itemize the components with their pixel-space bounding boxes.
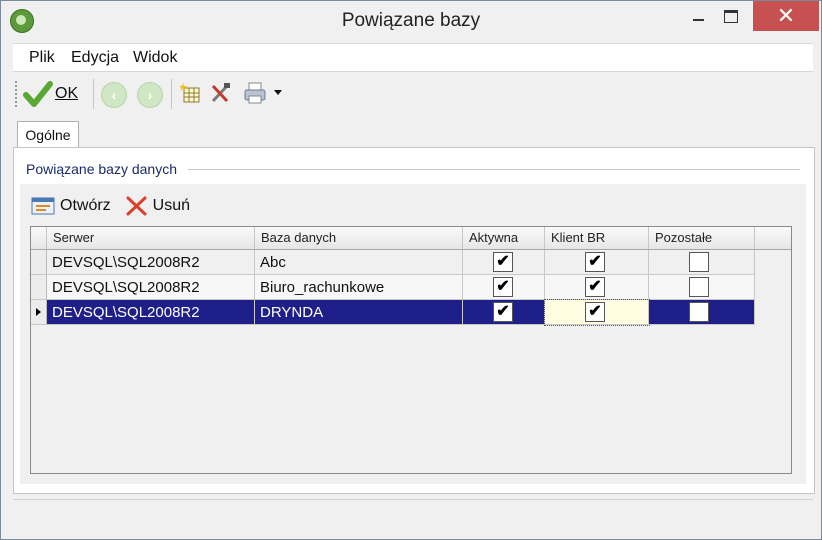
header-corner [31,227,47,249]
tab-ogolne[interactable]: Ogólne [17,121,79,148]
current-row-arrow-icon [36,308,41,316]
back-arrow-icon: ‹ [111,87,117,103]
chevron-down-icon[interactable] [273,89,283,97]
grid-header: Serwer Baza danych Aktywna Klient BR Poz… [31,227,791,250]
status-bar [13,499,813,530]
cell-other[interactable] [649,250,755,275]
toolbar-separator [93,79,94,109]
cell-other[interactable] [649,300,755,325]
forward-button[interactable]: › [137,82,163,108]
printer-icon[interactable] [243,81,269,105]
column-header-active[interactable]: Aktywna [463,227,545,249]
ok-label: OK [55,85,79,102]
cell-active[interactable]: ✔ [463,250,545,275]
ok-button[interactable]: OK [23,79,78,109]
table-row[interactable]: DEVSQL\SQL2008R2 Abc ✔ ✔ [31,250,755,275]
cell-client-br[interactable]: ✔ [544,299,650,326]
title-bar[interactable]: Powiązane bazy ✕ [1,1,821,41]
tab-panel: Powiązane bazy danych Otwórz Usuń Serwer… [13,147,815,494]
minimize-icon [692,19,704,21]
toolbar: OK ‹ › [13,73,813,113]
grid-toolbar: Otwórz Usuń [30,192,204,220]
cell-client-br[interactable]: ✔ [545,275,649,300]
row-indicator[interactable] [31,250,47,275]
column-header-other[interactable]: Pozostałe [649,227,755,249]
group-divider [188,169,800,170]
open-button[interactable]: Otwórz [30,195,111,217]
minimize-button[interactable] [683,1,713,31]
cell-other[interactable] [649,275,755,300]
forward-arrow-icon: › [147,87,153,103]
client-br-checkbox[interactable]: ✔ [585,302,605,322]
menu-bar: Plik Edycja Widok [13,43,813,72]
cell-server[interactable]: DEVSQL\SQL2008R2 [47,250,255,275]
column-header-server[interactable]: Serwer [47,227,255,249]
other-checkbox[interactable] [689,252,709,272]
menu-plik[interactable]: Plik [29,49,55,67]
open-window-icon [31,197,55,215]
cell-active[interactable]: ✔ [463,300,545,325]
tab-strip: Ogólne [13,119,813,148]
cell-active[interactable]: ✔ [463,275,545,300]
active-checkbox[interactable]: ✔ [493,277,513,297]
maximize-button[interactable] [716,1,746,31]
table-row-selected[interactable]: DEVSQL\SQL2008R2 DRYNDA ✔ ✔ [31,299,755,326]
maximize-icon [724,9,738,23]
other-checkbox[interactable] [689,277,709,297]
databases-grid: Serwer Baza danych Aktywna Klient BR Poz… [30,226,792,474]
back-button[interactable]: ‹ [101,82,127,108]
group-title: Powiązane bazy danych [26,161,183,177]
delete-button[interactable]: Usuń [125,195,190,217]
checkmark-icon [23,81,53,107]
delete-x-icon [126,196,147,216]
cell-client-br[interactable]: ✔ [545,250,649,275]
delete-label: Usuń [152,197,191,214]
column-header-database[interactable]: Baza danych [255,227,463,249]
close-button[interactable]: ✕ [753,1,819,31]
active-checkbox[interactable]: ✔ [493,252,513,272]
row-indicator[interactable] [31,300,47,325]
cell-server[interactable]: DEVSQL\SQL2008R2 [47,300,255,325]
open-label: Otwórz [60,197,111,214]
menu-widok[interactable]: Widok [133,49,177,67]
cell-database[interactable]: Biuro_rachunkowe [255,275,463,300]
window: Powiązane bazy ✕ Plik Edycja Widok OK ‹ … [0,0,822,540]
toolbar-grip[interactable] [15,81,19,107]
toolbar-separator [171,79,172,109]
tools-icon[interactable] [209,82,233,104]
table-row[interactable]: DEVSQL\SQL2008R2 Biuro_rachunkowe ✔ ✔ [31,275,755,300]
cell-database[interactable]: DRYNDA [255,300,463,325]
group-box: Otwórz Usuń Serwer Baza danych Aktywna K [20,184,806,484]
close-icon: ✕ [776,3,796,28]
row-indicator[interactable] [31,275,47,300]
client-br-checkbox[interactable]: ✔ [585,277,605,297]
other-checkbox[interactable] [689,302,709,322]
grid-add-icon[interactable] [179,82,201,104]
column-header-client-br[interactable]: Klient BR [545,227,649,249]
menu-edycja[interactable]: Edycja [71,49,119,67]
cell-database[interactable]: Abc [255,250,463,275]
active-checkbox[interactable]: ✔ [493,302,513,322]
cell-server[interactable]: DEVSQL\SQL2008R2 [47,275,255,300]
client-br-checkbox[interactable]: ✔ [585,252,605,272]
